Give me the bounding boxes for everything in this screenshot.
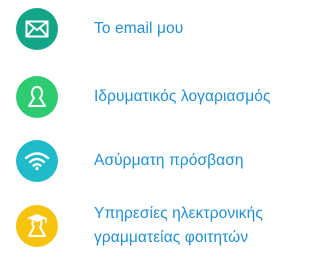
menu-item-wireless-access[interactable]: Ασύρματη πρόσβαση [16,140,244,182]
user-icon [16,76,58,118]
menu-item-wireless-access-label: Ασύρματη πρόσβαση [94,152,244,169]
wifi-icon [16,140,58,182]
graduate-icon [16,205,58,247]
menu-item-student-secretariat-label: Υπηρεσίες ηλεκτρονικής γραμματείας φοιτη… [94,202,263,250]
services-menu: Το email μου Ιδρυματικός λογαριασμός Ασύ… [0,0,332,257]
menu-item-email-label: Το email μου [94,20,184,37]
menu-item-student-secretariat[interactable]: Υπηρεσίες ηλεκτρονικής γραμματείας φοιτη… [16,202,263,250]
menu-item-email[interactable]: Το email μου [16,8,183,50]
menu-item-institutional-account[interactable]: Ιδρυματικός λογαριασμός [16,76,271,118]
envelope-icon [16,8,58,50]
menu-item-institutional-account-label: Ιδρυματικός λογαριασμός [94,88,271,105]
label-line-2: γραμματείας φοιτητών [94,229,249,246]
label-line-1: Υπηρεσίες ηλεκτρονικής [94,205,263,222]
